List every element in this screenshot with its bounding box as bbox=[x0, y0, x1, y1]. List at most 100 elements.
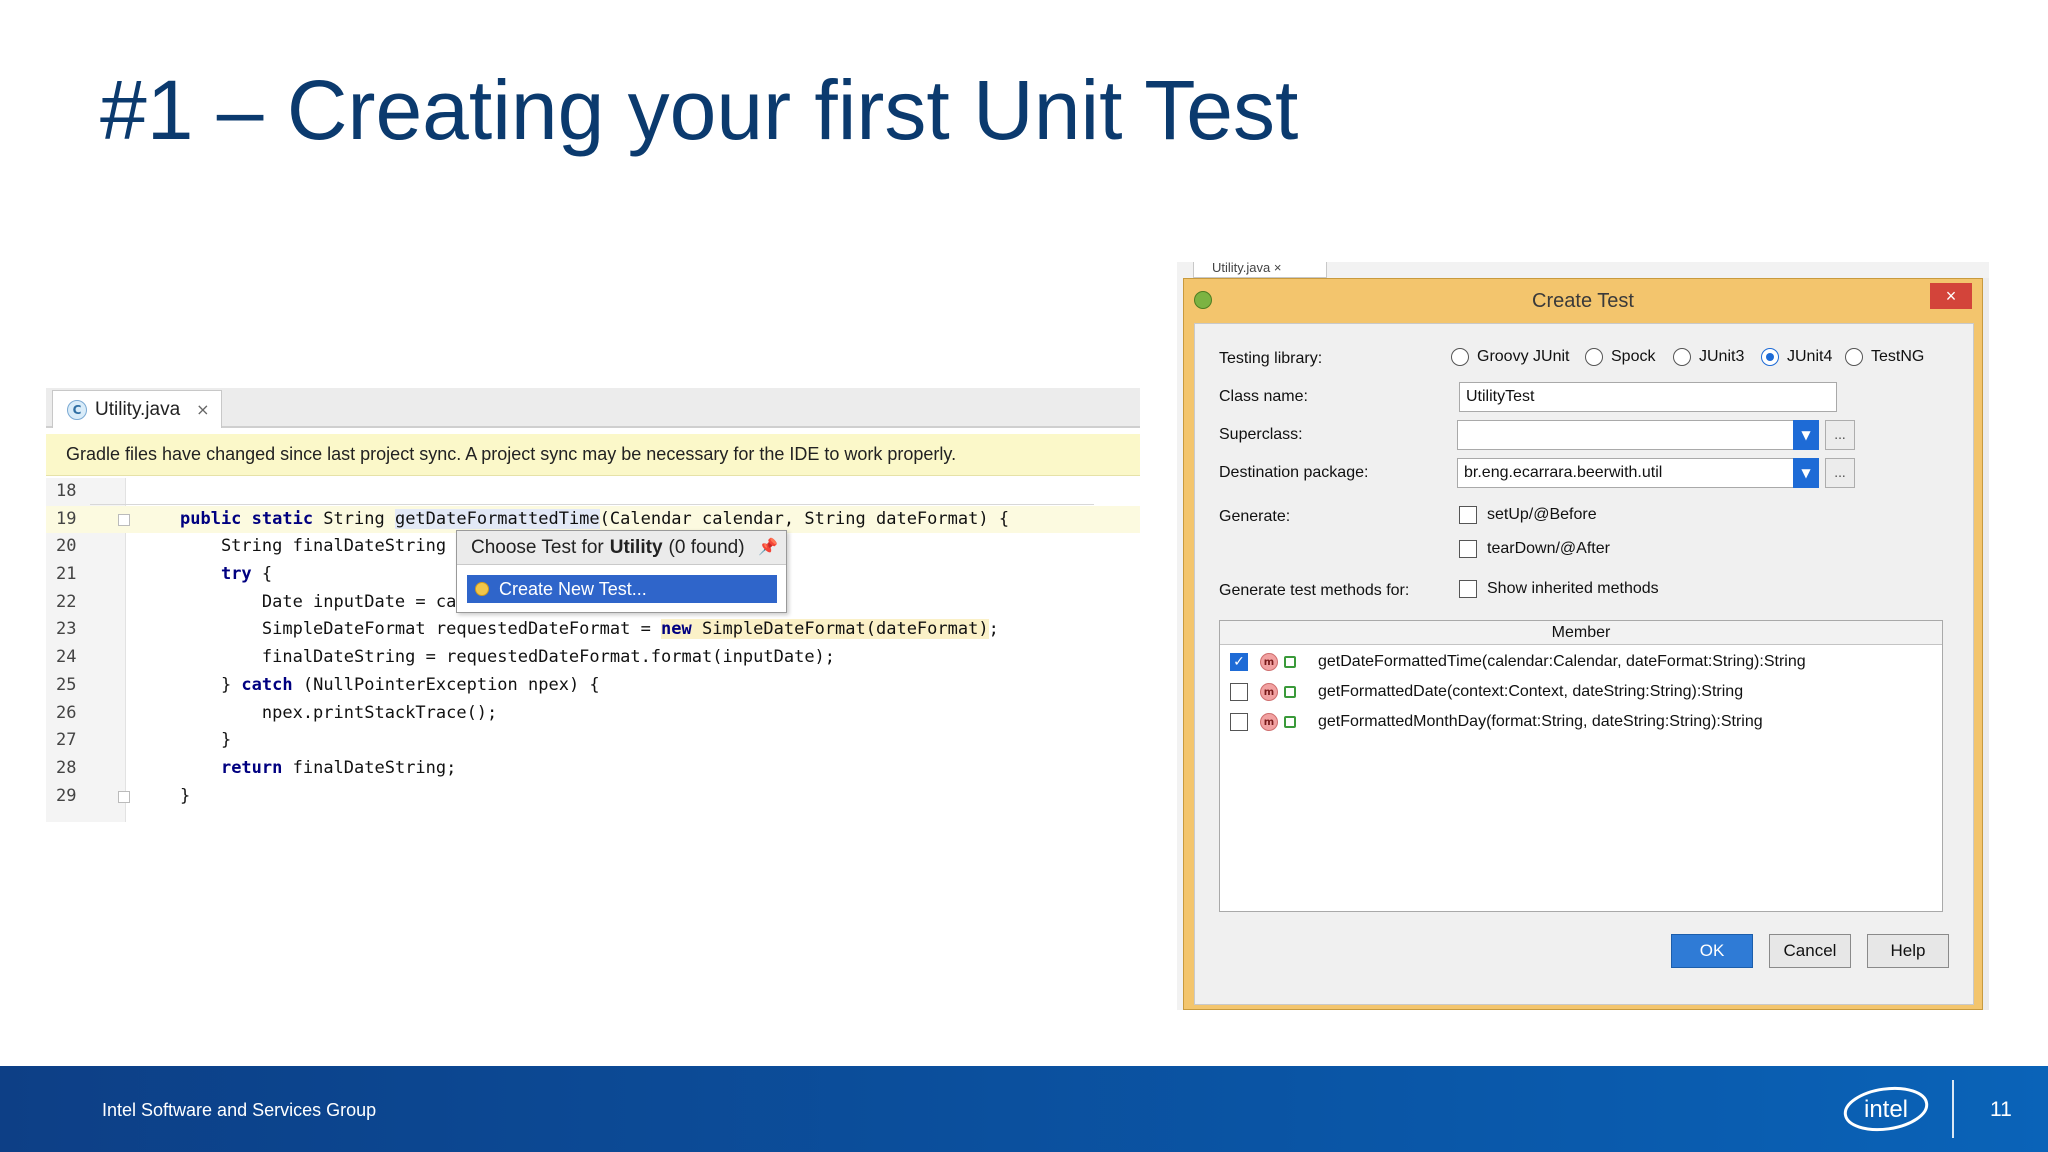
footer-group-text: Intel Software and Services Group bbox=[102, 1100, 377, 1120]
code-text: Date inputDate = cal bbox=[180, 589, 467, 617]
code-token: } bbox=[180, 785, 191, 806]
teardown-checkbox[interactable]: tearDown/@After bbox=[1459, 540, 1610, 558]
radio-spock[interactable]: Spock bbox=[1585, 348, 1655, 366]
code-token: npex.printStackTrace(); bbox=[180, 702, 498, 723]
create-test-dialog: Create Test × Testing library: Groovy JU… bbox=[1183, 278, 1983, 1010]
member-checkbox-checked[interactable]: ✓ bbox=[1230, 653, 1248, 671]
member-column-header[interactable]: Member bbox=[1220, 621, 1942, 645]
code-line[interactable]: 28 return finalDateString; bbox=[46, 755, 1140, 783]
help-button[interactable]: Help bbox=[1867, 934, 1949, 968]
members-table: Member ✓ m getDateFormattedTime(calendar… bbox=[1219, 620, 1943, 912]
editor-tab-label: Utility.java bbox=[95, 398, 181, 420]
footer-divider bbox=[1952, 1080, 1954, 1138]
checkbox-box bbox=[1459, 580, 1477, 598]
intel-logo: intel bbox=[1843, 1086, 1929, 1132]
table-row[interactable]: m getFormattedDate(context:Context, date… bbox=[1220, 677, 1942, 707]
code-line[interactable]: 27 } bbox=[46, 727, 1140, 755]
line-number: 24 bbox=[56, 647, 77, 668]
radio-label: TestNG bbox=[1871, 348, 1925, 365]
cancel-button[interactable]: Cancel bbox=[1769, 934, 1851, 968]
method-icon: m bbox=[1260, 713, 1278, 731]
table-row[interactable]: ✓ m getDateFormattedTime(calendar:Calend… bbox=[1220, 647, 1942, 677]
code-token: getDateFormattedTime bbox=[394, 508, 600, 529]
radio-junit4[interactable]: JUnit4 bbox=[1761, 348, 1832, 366]
code-token: { bbox=[251, 564, 273, 585]
radio-indicator bbox=[1451, 348, 1469, 366]
superclass-field[interactable] bbox=[1457, 420, 1801, 450]
destination-package-field[interactable]: br.eng.ecarrara.beerwith.util bbox=[1457, 458, 1801, 488]
radio-label: Groovy JUnit bbox=[1477, 348, 1570, 365]
code-text: } bbox=[180, 783, 190, 811]
show-inherited-checkbox[interactable]: Show inherited methods bbox=[1459, 580, 1659, 598]
radio-testng[interactable]: TestNG bbox=[1845, 348, 1924, 366]
code-line[interactable]: 23 SimpleDateFormat requestedDateFormat … bbox=[46, 616, 1140, 644]
code-token: public static bbox=[180, 508, 324, 529]
code-token: String finalDateString = bbox=[180, 536, 477, 557]
radio-indicator bbox=[1585, 348, 1603, 366]
radio-indicator bbox=[1845, 348, 1863, 366]
popup-header-prefix: Choose Test for bbox=[471, 536, 604, 558]
line-number: 25 bbox=[56, 674, 77, 695]
create-new-test-item[interactable]: Create New Test... bbox=[467, 575, 777, 603]
code-line[interactable]: 29} bbox=[46, 783, 1140, 811]
editor-tab-utility[interactable]: C Utility.java × bbox=[52, 390, 222, 428]
generate-label: Generate: bbox=[1219, 508, 1291, 525]
superclass-browse-button[interactable]: ... bbox=[1825, 420, 1855, 450]
code-line[interactable]: 25 } catch (NullPointerException npex) { bbox=[46, 672, 1140, 700]
destination-browse-button[interactable]: ... bbox=[1825, 458, 1855, 488]
code-token: new bbox=[661, 619, 692, 640]
line-number: 23 bbox=[56, 619, 77, 640]
member-checkbox[interactable] bbox=[1230, 683, 1248, 701]
close-tab-icon[interactable]: × bbox=[196, 400, 209, 419]
public-access-icon bbox=[1284, 716, 1296, 728]
code-line[interactable]: 18 bbox=[46, 478, 1140, 506]
popup-header-class: Utility bbox=[609, 536, 663, 558]
code-line[interactable]: 24 finalDateString = requestedDateFormat… bbox=[46, 644, 1140, 672]
code-line[interactable]: 26 npex.printStackTrace(); bbox=[46, 700, 1140, 728]
code-text: SimpleDateFormat requestedDateFormat = n… bbox=[180, 616, 999, 644]
ok-button[interactable]: OK bbox=[1671, 934, 1753, 968]
checkbox-box bbox=[1459, 506, 1477, 524]
code-token: String bbox=[323, 508, 395, 529]
code-token: try bbox=[220, 564, 252, 585]
code-text: npex.printStackTrace(); bbox=[180, 700, 497, 728]
pin-icon[interactable]: 📌 bbox=[758, 537, 778, 557]
setup-checkbox[interactable]: setUp/@Before bbox=[1459, 506, 1597, 524]
radio-label: Spock bbox=[1611, 348, 1656, 365]
page-number: 11 bbox=[1990, 1098, 2012, 1121]
gradle-sync-notice: Gradle files have changed since last pro… bbox=[46, 434, 1140, 476]
close-dialog-button[interactable]: × bbox=[1930, 283, 1972, 309]
choose-test-popup: Choose Test for Utility (0 found) 📌 Crea… bbox=[456, 530, 787, 613]
code-area[interactable]: 18 19 public static String getDateFormatte… bbox=[46, 478, 1140, 810]
radio-indicator-selected bbox=[1761, 348, 1779, 366]
table-row[interactable]: m getFormattedMonthDay(format:String, da… bbox=[1220, 707, 1942, 737]
class-name-field[interactable]: UtilityTest bbox=[1459, 382, 1837, 412]
line-number: 26 bbox=[56, 702, 77, 723]
dialog-titlebar: Create Test × bbox=[1184, 279, 1982, 323]
fold-marker-icon[interactable] bbox=[118, 790, 130, 803]
lightbulb-icon bbox=[475, 582, 489, 596]
radio-indicator bbox=[1673, 348, 1691, 366]
superclass-dropdown-icon[interactable]: ▼ bbox=[1793, 420, 1819, 450]
destination-dropdown-icon[interactable]: ▼ bbox=[1793, 458, 1819, 488]
code-token: (Calendar calendar, String dateFormat) { bbox=[599, 508, 1010, 529]
radio-groovy-junit[interactable]: Groovy JUnit bbox=[1451, 348, 1569, 366]
code-token: catch bbox=[241, 674, 293, 695]
checkbox-label: setUp/@Before bbox=[1487, 506, 1597, 523]
destination-package-label: Destination package: bbox=[1219, 464, 1369, 481]
method-icon: m bbox=[1260, 653, 1278, 671]
method-separator bbox=[90, 504, 1094, 505]
code-token: ; bbox=[988, 619, 999, 640]
code-token: Date inputDate = cal bbox=[180, 591, 467, 612]
radio-junit3[interactable]: JUnit3 bbox=[1673, 348, 1744, 366]
superclass-label: Superclass: bbox=[1219, 426, 1303, 443]
popup-header: Choose Test for Utility (0 found) 📌 bbox=[457, 531, 786, 565]
slide-footer: Intel Software and Services Group intel … bbox=[0, 1066, 2048, 1152]
member-checkbox[interactable] bbox=[1230, 713, 1248, 731]
checkbox-label: Show inherited methods bbox=[1487, 580, 1659, 597]
code-text: return finalDateString; bbox=[180, 755, 456, 783]
code-token: finalDateString = requestedDateFormat.fo… bbox=[180, 647, 836, 668]
code-token: (NullPointerException npex) { bbox=[292, 674, 600, 695]
fold-marker-icon[interactable] bbox=[118, 513, 130, 526]
